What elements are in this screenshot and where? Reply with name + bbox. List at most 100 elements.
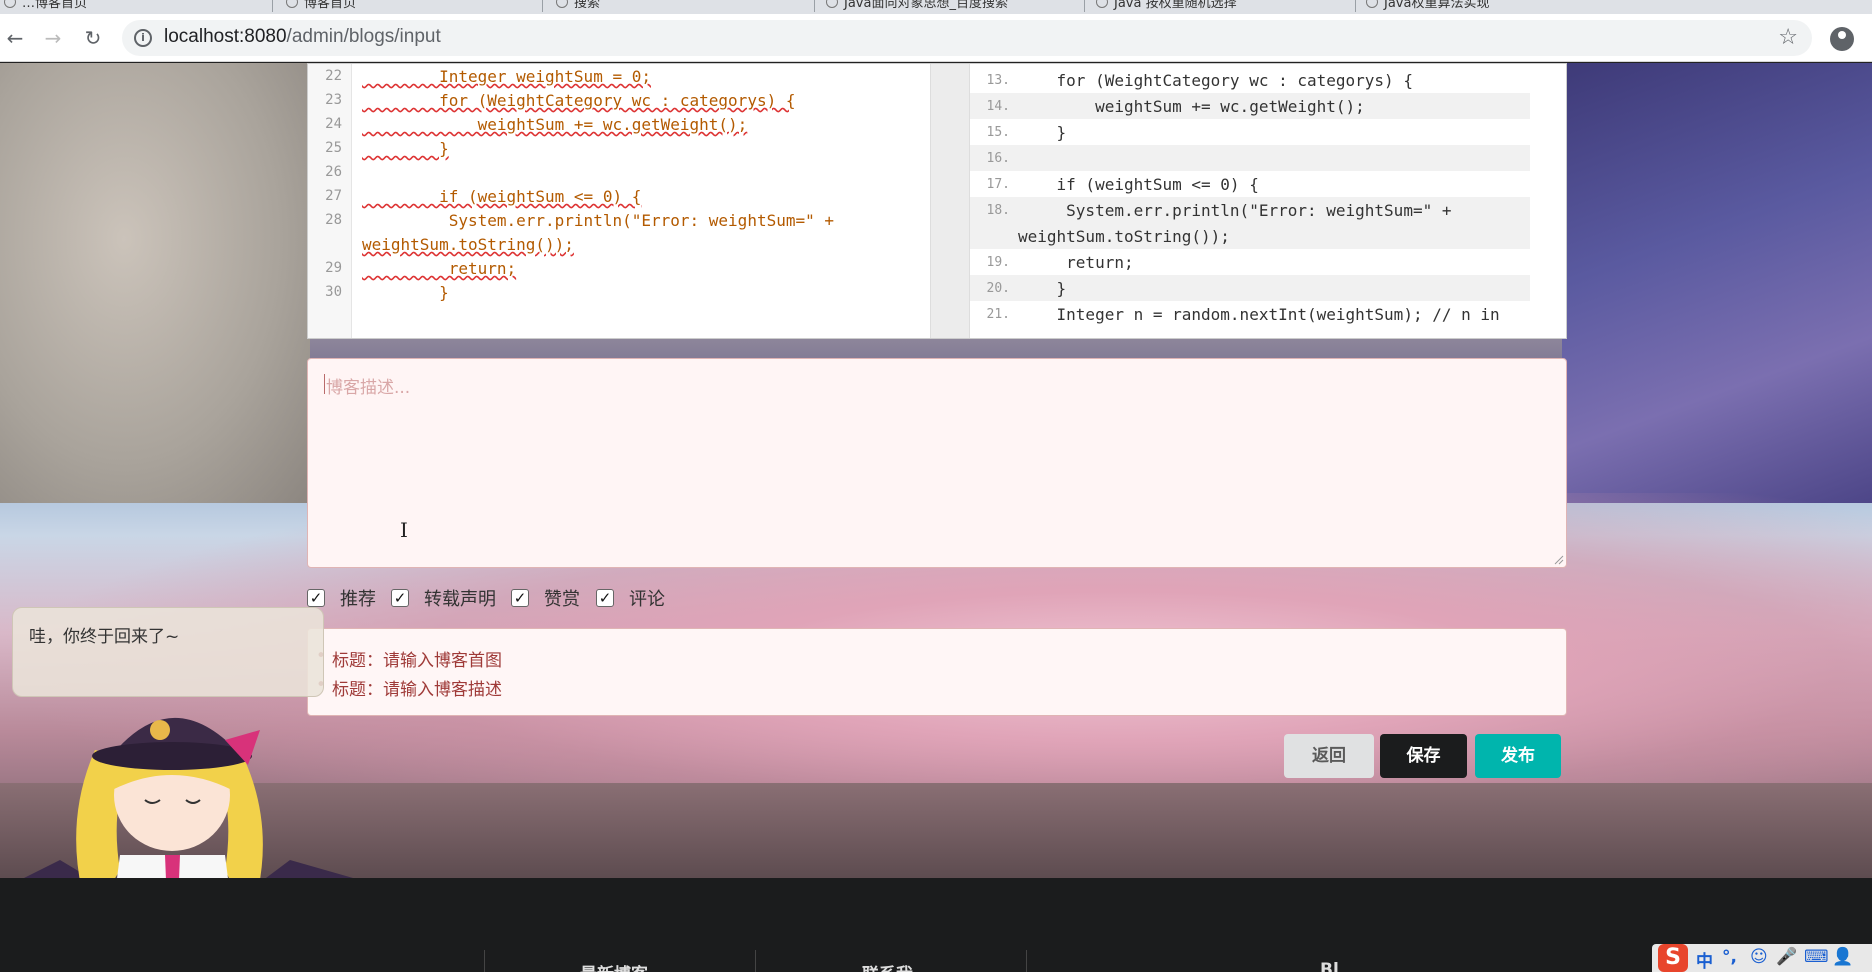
tab-favicon-icon	[826, 0, 838, 8]
browser-tab[interactable]: …博客首页	[0, 0, 270, 14]
code-text: if (weightSum <= 0) {	[362, 187, 642, 206]
publish-button[interactable]: 发布	[1475, 734, 1561, 778]
back-button[interactable]: 返回	[1284, 734, 1374, 778]
save-button[interactable]: 保存	[1380, 734, 1467, 778]
code-text: }	[1018, 123, 1067, 142]
line-number: 30	[325, 284, 342, 300]
tab-separator	[542, 0, 543, 12]
tab-favicon-icon	[4, 0, 16, 8]
preview-line: 17. if (weightSum <= 0) {	[970, 171, 1530, 197]
line-number: 23	[325, 92, 342, 108]
code-text: if (weightSum <= 0) {	[1018, 175, 1259, 194]
background-left-panel	[0, 63, 310, 503]
preview-line: 20. }	[970, 275, 1530, 301]
code-text: for (WeightCategory wc : categorys) {	[362, 91, 796, 110]
code-text: }	[1018, 279, 1067, 298]
checkbox-label: 推荐	[340, 589, 376, 610]
code-text: }	[362, 139, 449, 158]
tab-favicon-icon	[556, 0, 568, 8]
mascot-hat-moon	[150, 720, 170, 740]
browser-tab[interactable]: Java 按权重随机选择	[1092, 0, 1347, 14]
checkbox-label: 赞赏	[544, 589, 580, 610]
preview-line: weightSum.toString());	[970, 223, 1530, 249]
blog-description-textarea[interactable]: 博客描述...	[307, 358, 1567, 568]
code-text: weightSum += wc.getWeight();	[362, 115, 748, 134]
line-number: 18.	[986, 203, 1010, 218]
checkmark-icon[interactable]: ✓	[511, 589, 529, 607]
site-info-icon[interactable]: i	[134, 29, 152, 47]
microphone-icon[interactable]: 🎤	[1776, 947, 1797, 967]
code-text: }	[362, 283, 449, 302]
user-icon[interactable]: 👤	[1832, 947, 1853, 967]
code-text: weightSum.toString());	[1018, 227, 1230, 246]
line-number: 13.	[986, 73, 1010, 88]
line-number: 25	[325, 140, 342, 156]
mascot-speech-bubble: 哇，你终于回来了~	[12, 607, 324, 697]
checkmark-icon[interactable]: ✓	[596, 589, 614, 607]
preview-line: 18. System.err.println("Error: weightSum…	[970, 197, 1530, 223]
code-text: Integer weightSum = 0;	[362, 67, 651, 86]
forward-arrow-icon[interactable]: →	[42, 27, 64, 49]
profile-avatar-icon[interactable]	[1830, 27, 1854, 51]
browser-tab[interactable]: Java面向对象思想_百度搜索	[822, 0, 1077, 14]
markdown-editor[interactable]: 22 Integer weightSum = 0; 23 for (Weight…	[307, 63, 1567, 339]
tab-separator	[272, 0, 273, 12]
browser-tab[interactable]: Java权重算法实现	[1362, 0, 1617, 14]
tab-separator	[814, 0, 815, 12]
text-cursor-icon: I	[400, 518, 408, 542]
preview-line: 13. for (WeightCategory wc : categorys) …	[970, 67, 1530, 93]
line-number: 28	[325, 212, 342, 228]
code-text: System.err.println("Error: weightSum=" +	[1018, 201, 1452, 220]
tab-strip: …博客首页 博客首页 搜索 Java面向对象思想_百度搜索 Java 按权重随机…	[0, 0, 1872, 14]
tab-favicon-icon	[1096, 0, 1108, 8]
site-footer: 最新博客 联系我 Bl	[0, 878, 1872, 972]
footer-divider	[1026, 950, 1027, 972]
bookmark-star-icon[interactable]: ☆	[1778, 25, 1798, 50]
spellcheck-squiggle	[362, 163, 388, 181]
mascot-message: 哇，你终于回来了~	[29, 627, 180, 647]
url-host: localhost:8080	[164, 26, 287, 47]
editor-source-pane[interactable]: 22 Integer weightSum = 0; 23 for (Weight…	[308, 64, 930, 338]
line-number: 16.	[986, 151, 1010, 166]
line-number: 24	[325, 116, 342, 132]
punctuation-icon[interactable]: °,	[1722, 947, 1737, 967]
tab-separator	[1355, 0, 1356, 12]
code-text: Integer n = random.nextInt(weightSum); /…	[1018, 305, 1500, 324]
line-number: 19.	[986, 255, 1010, 270]
reload-icon[interactable]: ↻	[82, 27, 104, 49]
code-text: weightSum.toString());	[362, 235, 574, 254]
footer-heading-blog: Bl	[1320, 960, 1339, 972]
tab-favicon-icon	[286, 0, 298, 8]
description-placeholder: 博客描述...	[326, 378, 411, 398]
mascot-hat-brim	[92, 742, 252, 770]
footer-divider	[755, 950, 756, 972]
text-caret	[324, 374, 325, 394]
line-number: 29	[325, 260, 342, 276]
editor-pane-divider[interactable]	[930, 64, 970, 338]
footer-heading-contact: 联系我	[862, 960, 913, 972]
line-number: 27	[325, 188, 342, 204]
ime-language-toggle[interactable]: 中	[1696, 947, 1713, 972]
keyboard-icon[interactable]: ⌨	[1804, 947, 1829, 967]
url-path: /admin/blogs/input	[286, 26, 441, 47]
editor-preview-pane: 13. for (WeightCategory wc : categorys) …	[970, 64, 1566, 338]
url-text: localhost:8080/admin/blogs/input	[164, 26, 441, 48]
tab-favicon-icon	[1366, 0, 1378, 8]
emoji-icon[interactable]: ☺	[1750, 947, 1768, 967]
code-text: return;	[1018, 253, 1134, 272]
back-arrow-icon[interactable]: ←	[4, 27, 26, 49]
resize-handle-icon[interactable]	[1554, 555, 1564, 565]
preview-line: 16.	[970, 145, 1530, 171]
tab-separator	[1084, 0, 1085, 12]
address-toolbar: ← → ↻ i localhost:8080/admin/blogs/input…	[0, 14, 1872, 62]
line-number: 26	[325, 164, 342, 180]
browser-tab[interactable]: 搜索	[552, 0, 807, 14]
checkmark-icon[interactable]: ✓	[307, 589, 325, 607]
footer-divider	[484, 950, 485, 972]
line-number: 14.	[986, 99, 1010, 114]
browser-tab[interactable]: 博客首页	[282, 0, 537, 14]
sogou-logo-icon[interactable]: S	[1658, 944, 1688, 972]
line-number: 17.	[986, 177, 1010, 192]
checkmark-icon[interactable]: ✓	[391, 589, 409, 607]
address-bar[interactable]: i localhost:8080/admin/blogs/input ☆	[122, 20, 1812, 56]
